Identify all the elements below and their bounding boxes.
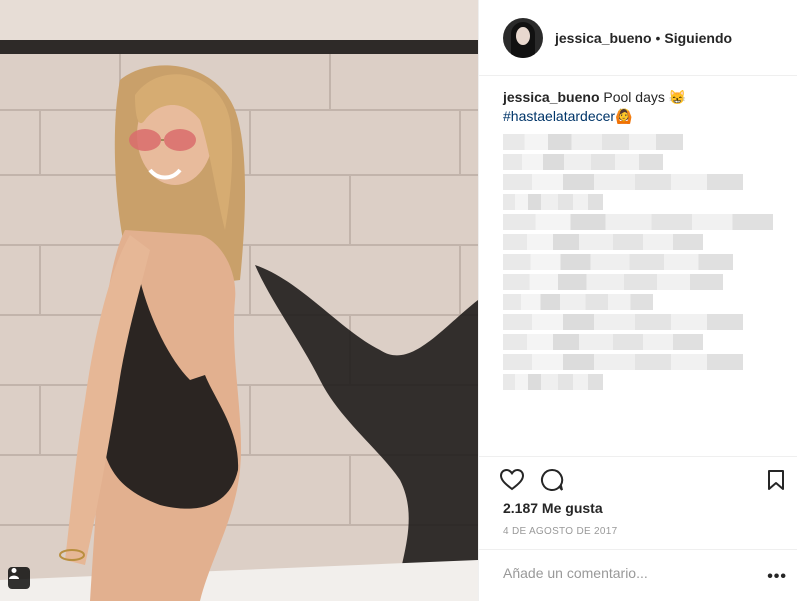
- blurred-comments: [503, 134, 773, 390]
- following-button[interactable]: Siguiendo: [664, 30, 732, 46]
- caption-username-link[interactable]: jessica_bueno: [503, 89, 600, 105]
- caption-text: Pool days 😸: [603, 89, 687, 105]
- instagram-post: jessica_bueno • Siguiendo jessica_bueno …: [0, 0, 797, 601]
- hashtag-link[interactable]: #hastaelatardecer🙆: [503, 108, 633, 124]
- photo-illustration: [0, 0, 478, 601]
- more-options-icon[interactable]: •••: [767, 568, 787, 586]
- post-date[interactable]: 4 DE AGOSTO DE 2017: [503, 526, 617, 537]
- avatar[interactable]: [503, 17, 543, 58]
- user-tag-icon[interactable]: [8, 567, 30, 589]
- action-bar: [479, 456, 797, 502]
- post-photo[interactable]: [0, 0, 478, 601]
- post-sidebar: jessica_bueno • Siguiendo jessica_bueno …: [478, 0, 797, 601]
- caption: jessica_bueno Pool days 😸 #hastaelatarde…: [503, 88, 773, 126]
- username-link[interactable]: jessica_bueno: [555, 30, 652, 46]
- comment-input[interactable]: [503, 562, 743, 584]
- comment-icon[interactable]: [539, 467, 565, 493]
- comments-section: jessica_bueno Pool days 😸 #hastaelatarde…: [479, 76, 797, 456]
- header-text: jessica_bueno • Siguiendo: [555, 30, 732, 46]
- likes-count[interactable]: 2.187 Me gusta: [503, 500, 603, 516]
- bookmark-icon[interactable]: [763, 467, 789, 493]
- comment-form: •••: [479, 549, 797, 601]
- heart-icon[interactable]: [499, 467, 525, 493]
- post-header: jessica_bueno • Siguiendo: [479, 0, 797, 76]
- separator-dot: •: [655, 29, 661, 46]
